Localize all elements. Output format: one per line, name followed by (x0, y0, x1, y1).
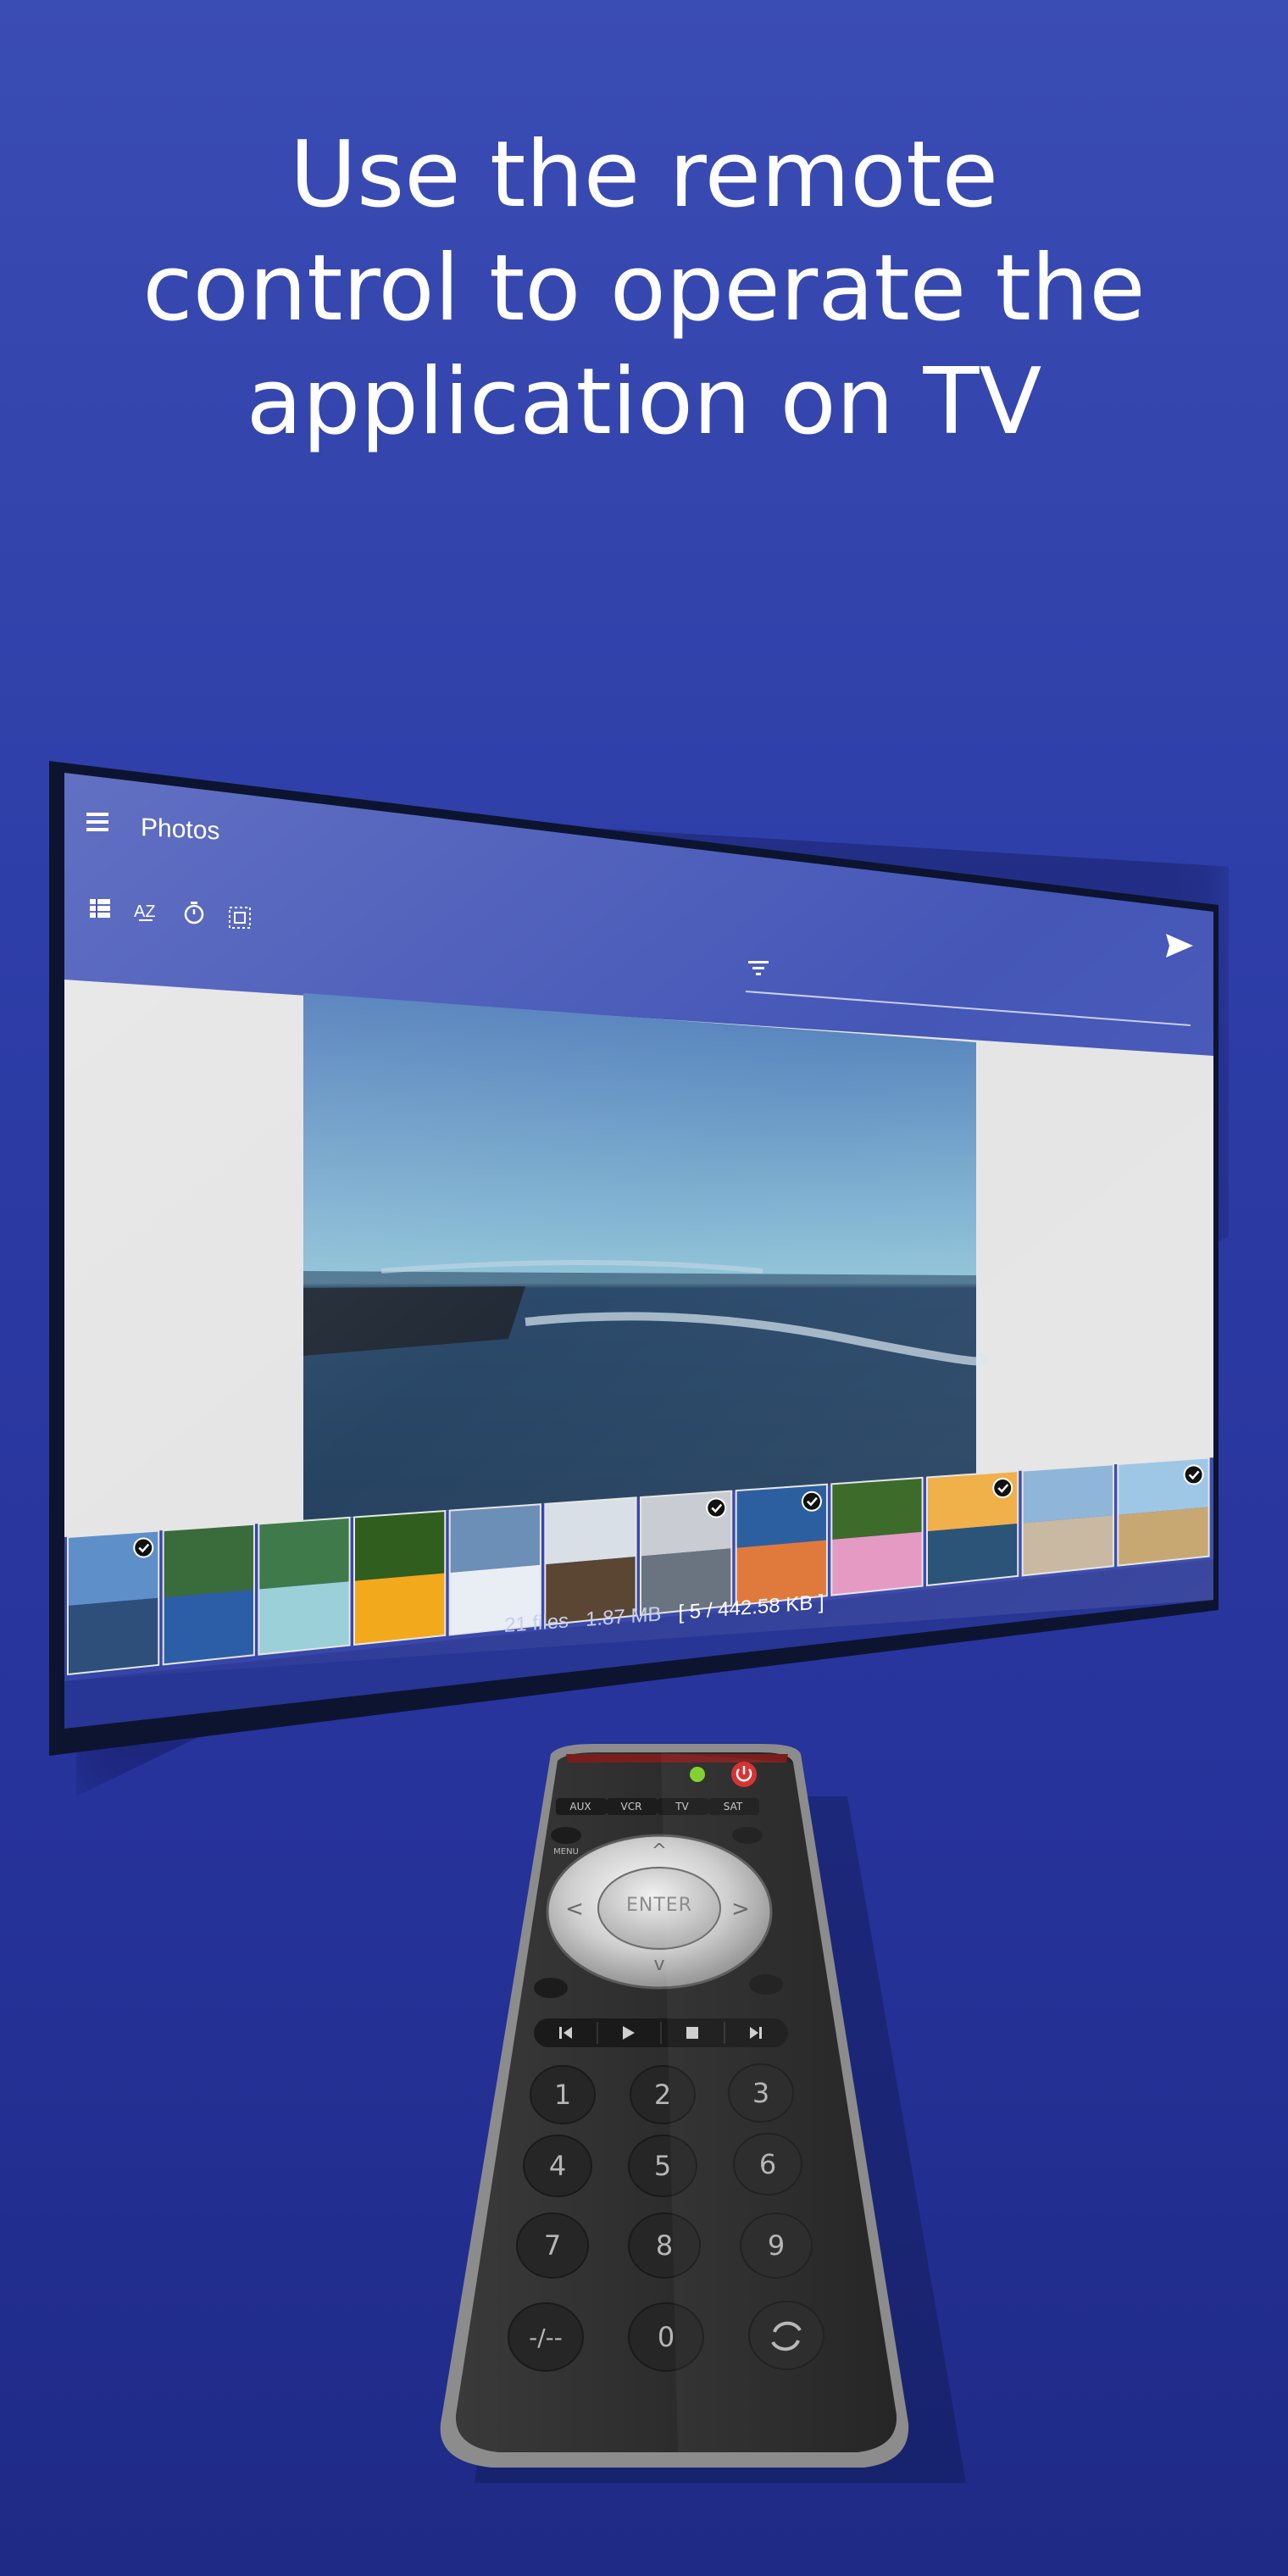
key-6[interactable]: 6 (738, 2135, 797, 2194)
mode-tv-button[interactable]: TV (658, 1801, 706, 1813)
arrow-down-icon[interactable]: v (649, 1954, 669, 1975)
key-2[interactable]: 2 (633, 2065, 692, 2124)
key-3[interactable]: 3 (731, 2063, 791, 2123)
key-0[interactable]: 0 (636, 2307, 696, 2367)
arrow-up-icon[interactable]: ^ (649, 1840, 669, 1862)
enter-label[interactable]: ENTER (608, 1895, 710, 1916)
key-refresh[interactable] (757, 2306, 816, 2365)
menu-label: MENU (553, 1847, 579, 1857)
key-dash[interactable]: -/-- (516, 2307, 575, 2367)
arrow-right-icon[interactable]: > (730, 1896, 751, 1922)
key-8[interactable]: 8 (635, 2216, 694, 2275)
key-7[interactable]: 7 (523, 2216, 582, 2275)
key-5[interactable]: 5 (633, 2136, 692, 2196)
mode-sat-button[interactable]: SAT (709, 1801, 757, 1813)
key-4[interactable]: 4 (528, 2136, 587, 2196)
mode-vcr-button[interactable]: VCR (608, 1801, 655, 1813)
key-1[interactable]: 1 (533, 2065, 592, 2124)
mode-aux-button[interactable]: AUX (557, 1801, 604, 1813)
arrow-left-icon[interactable]: < (564, 1896, 585, 1922)
key-9[interactable]: 9 (747, 2216, 806, 2275)
